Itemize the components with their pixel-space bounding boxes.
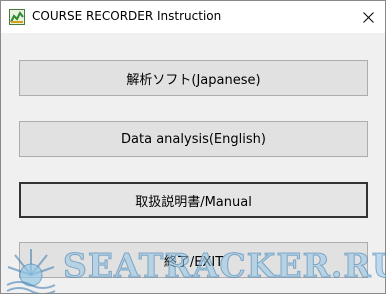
window-title: COURSE RECORDER Instruction [32, 9, 222, 23]
dialog-window: COURSE RECORDER Instruction 解析ソフト(Japane… [0, 0, 386, 295]
analysis-japanese-button[interactable]: 解析ソフト(Japanese) [19, 60, 368, 96]
course-recorder-icon [9, 9, 25, 25]
close-button[interactable] [351, 1, 385, 33]
close-icon [362, 8, 374, 27]
dialog-body: 解析ソフト(Japanese) Data analysis(English) 取… [1, 33, 385, 293]
manual-button[interactable]: 取扱説明書/Manual [19, 182, 368, 218]
analysis-english-button[interactable]: Data analysis(English) [19, 121, 368, 157]
exit-button[interactable]: 終了/EXIT [19, 242, 368, 278]
title-bar[interactable]: COURSE RECORDER Instruction [1, 1, 385, 33]
